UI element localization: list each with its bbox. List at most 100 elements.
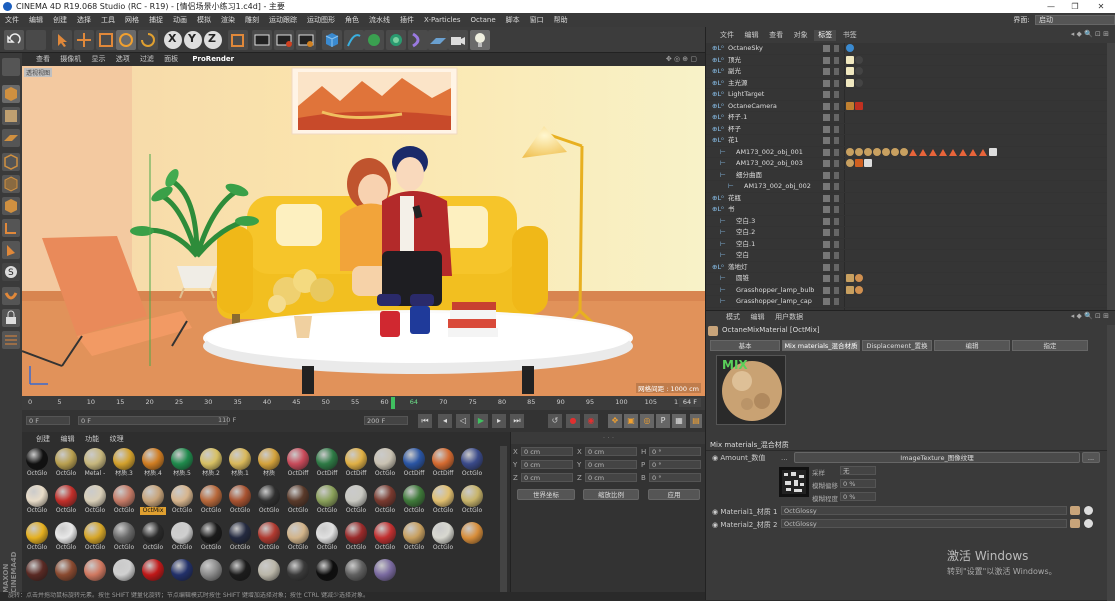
material-swatch[interactable] (111, 558, 137, 590)
next-key-icon[interactable]: ▸ (492, 414, 506, 428)
viewport-menu-display[interactable]: 显示 (87, 53, 109, 66)
material-swatch[interactable] (169, 558, 195, 590)
enable-toggle[interactable] (834, 56, 839, 64)
enable-toggle[interactable] (834, 160, 839, 167)
light-icon[interactable] (470, 30, 490, 50)
menu-item[interactable]: 帮助 (549, 13, 573, 27)
tag-icon[interactable] (949, 148, 957, 156)
tag-icon[interactable] (969, 148, 977, 156)
menu-item[interactable]: 捕捉 (144, 13, 168, 27)
menu-item[interactable]: 工具 (96, 13, 120, 27)
tag-icon[interactable] (959, 148, 967, 156)
om-menu-file[interactable]: 文件 (716, 30, 738, 41)
material-swatch[interactable] (24, 558, 50, 590)
object-row[interactable]: ⊢ AM173_002_obj_003 (706, 158, 1108, 170)
enable-toggle[interactable] (834, 45, 839, 52)
visibility-toggle[interactable] (823, 148, 830, 156)
blur-scale-field[interactable]: 0 % (840, 492, 876, 501)
menu-item[interactable]: 运动跟踪 (264, 13, 302, 27)
texture-thumbnail[interactable] (779, 467, 809, 497)
key-parameter-icon[interactable]: P (656, 414, 670, 428)
current-frame-field[interactable]: 64 F (678, 398, 701, 407)
start-frame-field[interactable]: 0 F (26, 416, 70, 425)
enable-toggle[interactable] (834, 298, 839, 305)
object-row[interactable]: ⊢ 空白.1 (706, 239, 1108, 250)
tag-icon[interactable] (846, 67, 854, 75)
goto-start-icon[interactable]: ⏮ (418, 414, 432, 428)
key-position-icon[interactable]: ✥ (608, 414, 622, 428)
tag-icon[interactable] (846, 101, 854, 110)
mat-tab-create[interactable]: 创建 (32, 434, 54, 445)
material-swatch[interactable]: OctGlo (82, 521, 108, 553)
material-swatch[interactable]: OctGlo (285, 484, 311, 516)
timeline-window-icon[interactable]: ▤ (690, 414, 702, 428)
end-frame-field[interactable]: 200 F (364, 416, 408, 425)
menu-item[interactable]: 文件 (0, 13, 24, 27)
snap-icon[interactable]: S (2, 263, 20, 281)
coord-value-field[interactable]: 0 ° (649, 447, 701, 456)
visibility-toggle[interactable] (823, 171, 830, 179)
material-swatch[interactable]: OctGlo (111, 484, 137, 516)
material-swatch[interactable]: OctGlo (430, 484, 456, 516)
menu-item[interactable]: 角色 (340, 13, 364, 27)
object-row[interactable]: ⊢ AM173_002_obj_001 (706, 147, 1108, 158)
tag-icon[interactable] (989, 147, 997, 156)
tag-icon[interactable] (909, 148, 917, 156)
material-swatch[interactable]: OctGlo (314, 521, 340, 553)
recent-tools-icon[interactable] (138, 30, 158, 50)
redo-icon[interactable] (26, 30, 46, 50)
x-axis-icon[interactable]: X (164, 31, 182, 49)
enable-toggle[interactable] (834, 137, 839, 144)
object-row[interactable]: ⊕L⁰ 杯子 (706, 124, 1108, 135)
om-nav-icons[interactable]: ◂ ◆ 🔍 ⊡ ⊞ (1071, 30, 1109, 38)
pen-spline-icon[interactable] (344, 30, 364, 50)
points-mode-icon[interactable] (2, 153, 20, 171)
coord-value-field[interactable]: 0 cm (521, 473, 573, 482)
magnet-icon[interactable] (2, 287, 20, 305)
tweak-mode-icon[interactable] (2, 241, 20, 259)
blur-offset-field[interactable]: 0 % (840, 479, 876, 488)
material2-field[interactable]: OctGlossy (781, 519, 1067, 528)
menu-item[interactable]: 网格 (120, 13, 144, 27)
tag-icon[interactable] (855, 101, 863, 110)
menu-item[interactable]: 动画 (168, 13, 192, 27)
visibility-toggle[interactable] (823, 91, 830, 98)
tag-icon[interactable] (855, 67, 863, 75)
material-swatch[interactable] (198, 558, 224, 590)
material1-clear-icon[interactable] (1084, 506, 1093, 515)
workplane-icon[interactable] (2, 129, 20, 147)
enable-toggle[interactable] (834, 183, 839, 190)
visibility-toggle[interactable] (823, 240, 830, 248)
visibility-toggle[interactable] (823, 298, 830, 305)
material-swatch[interactable]: OctGlo (198, 484, 224, 516)
visibility-toggle[interactable] (823, 275, 830, 282)
object-row[interactable]: ⊕L⁰ 副光 (706, 66, 1108, 78)
object-row[interactable]: ⊢ Grasshopper_lamp_cap (706, 296, 1108, 308)
viewport-menu-filter[interactable]: 过滤 (136, 53, 158, 66)
tag-icon[interactable] (855, 274, 863, 282)
material-swatch[interactable]: OctGlo (140, 521, 166, 553)
tag-icon[interactable] (855, 55, 863, 64)
coord-value-field[interactable]: 0 ° (649, 473, 701, 482)
object-row[interactable]: ⊢ 空白 (706, 250, 1108, 262)
tag-icon[interactable] (846, 274, 854, 282)
am-menu-userdata[interactable]: 用户数据 (771, 312, 807, 323)
preview-start-field[interactable]: 0 F (78, 416, 228, 425)
key-scale-icon[interactable]: ▣ (624, 414, 638, 428)
polygons-mode-icon[interactable] (2, 197, 20, 215)
material-swatch[interactable]: OctGlo (285, 521, 311, 553)
material-swatch[interactable]: 材质.5 (169, 447, 195, 479)
visibility-toggle[interactable] (823, 286, 830, 294)
coord-value-field[interactable]: 0 ° (649, 460, 701, 469)
cloner-icon[interactable] (386, 30, 406, 50)
enable-toggle[interactable] (834, 91, 839, 98)
material-swatch[interactable]: OctGlo (256, 521, 282, 553)
visibility-toggle[interactable] (823, 263, 830, 271)
amount-more-button[interactable]: ... (1082, 452, 1100, 463)
visibility-toggle[interactable] (823, 56, 830, 64)
material-swatch[interactable]: OctDiff (401, 447, 427, 479)
visibility-toggle[interactable] (823, 217, 830, 225)
object-row[interactable]: ⊢ Grasshopper_lamp_bulb (706, 285, 1108, 296)
object-row[interactable]: ⊕L⁰ 花1 (706, 135, 1108, 147)
timeline-ruler[interactable]: 0 5 10 15 20 25 30 35 40 45 50 55 60 64 70 75 80 85 90 95 10… (22, 396, 705, 410)
